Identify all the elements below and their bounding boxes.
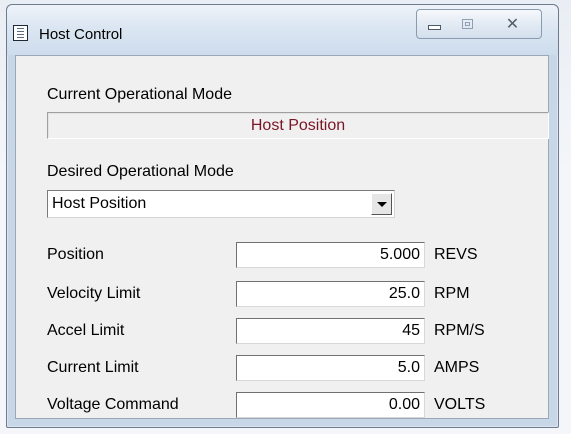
current-mode-label: Current Operational Mode (47, 86, 232, 103)
dropdown-arrow-button[interactable] (371, 193, 392, 215)
current-limit-unit: AMPS (434, 359, 480, 376)
accel-limit-label: Accel Limit (47, 322, 125, 339)
desired-mode-selected: Host Position (52, 195, 147, 212)
velocity-limit-field[interactable]: 25.0 (236, 281, 425, 307)
desired-mode-select[interactable]: Host Position (47, 190, 395, 218)
voltage-command-label: Voltage Command (47, 396, 179, 413)
position-label: Position (47, 246, 104, 263)
current-limit-field[interactable]: 5.0 (236, 355, 425, 381)
app-icon (13, 25, 28, 41)
title-bar[interactable]: Host Control ✕ (7, 5, 558, 55)
velocity-limit-unit: RPM (434, 285, 470, 302)
maximize-button[interactable] (451, 9, 485, 39)
minimize-button[interactable] (416, 9, 452, 39)
accel-limit-field[interactable]: 45 (236, 318, 425, 344)
current-mode-display: Host Position (47, 112, 549, 139)
position-unit: REVS (434, 246, 478, 263)
maximize-icon (462, 19, 473, 29)
window-title: Host Control (39, 26, 123, 43)
desired-mode-label: Desired Operational Mode (47, 163, 234, 180)
position-field[interactable]: 5.000 (236, 242, 425, 268)
current-limit-label: Current Limit (47, 359, 139, 376)
minimize-icon (427, 24, 441, 30)
host-control-window: Host Control ✕ Current Operational Mode … (6, 4, 559, 428)
voltage-command-field[interactable]: 0.00 (236, 392, 425, 418)
close-icon: ✕ (505, 14, 520, 33)
chevron-down-icon (376, 201, 387, 207)
close-button[interactable]: ✕ (484, 9, 542, 39)
voltage-command-unit: VOLTS (434, 396, 486, 413)
client-area: Current Operational Mode Host Position D… (15, 55, 549, 419)
accel-limit-unit: RPM/S (434, 322, 485, 339)
velocity-limit-label: Velocity Limit (47, 285, 141, 302)
